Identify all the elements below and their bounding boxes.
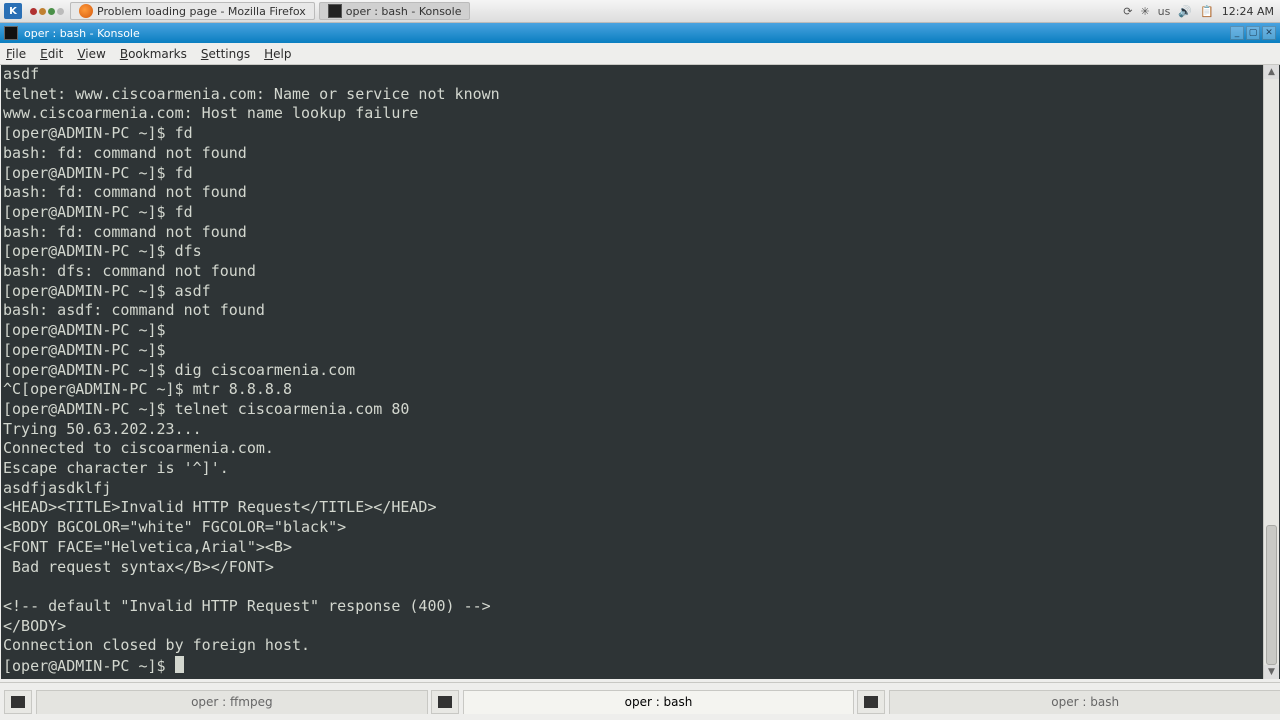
terminal-cursor — [175, 656, 184, 673]
terminal-icon — [438, 696, 452, 708]
taskbar-konsole[interactable]: oper : bash - Konsole — [319, 2, 471, 20]
firefox-icon — [79, 4, 93, 18]
taskbar-konsole-label: oper : bash - Konsole — [346, 5, 462, 18]
scroll-thumb[interactable] — [1266, 525, 1277, 665]
volume-icon[interactable]: 🔊 — [1178, 5, 1192, 18]
tab-bash-2-label: oper : bash — [1051, 695, 1119, 709]
terminal-container: asdf telnet: www.ciscoarmenia.com: Name … — [0, 65, 1280, 682]
window-app-icon[interactable] — [4, 26, 18, 40]
close-button[interactable]: ✕ — [1262, 26, 1276, 40]
terminal[interactable]: asdf telnet: www.ciscoarmenia.com: Name … — [1, 65, 1280, 679]
menu-bookmarks[interactable]: Bookmarks — [120, 47, 187, 61]
menu-file[interactable]: File — [6, 47, 26, 61]
tab-ffmpeg-label: oper : ffmpeg — [191, 695, 273, 709]
menu-help[interactable]: Help — [264, 47, 291, 61]
tray-updates-icon[interactable]: ⟳ — [1123, 5, 1132, 18]
system-tray: ⟳ ✳ us 🔊 📋 12:24 AM — [1117, 5, 1280, 18]
konsole-icon — [328, 4, 342, 18]
taskbar-firefox[interactable]: Problem loading page - Mozilla Firefox — [70, 2, 315, 20]
kmenu-button[interactable]: K — [4, 3, 22, 19]
new-tab-button[interactable] — [4, 690, 32, 714]
terminal-icon — [864, 696, 878, 708]
new-tab-icon — [11, 696, 25, 708]
clipboard-icon[interactable]: 📋 — [1200, 5, 1214, 18]
window-titlebar[interactable]: oper : bash - Konsole _ ▢ ✕ — [0, 23, 1280, 43]
scroll-down-icon[interactable]: ▼ — [1264, 665, 1279, 679]
tab-ffmpeg[interactable]: oper : ffmpeg — [36, 690, 428, 714]
tab-bash-1-label: oper : bash — [625, 695, 693, 709]
menu-view[interactable]: View — [77, 47, 105, 61]
scrollbar[interactable]: ▲ ▼ — [1263, 65, 1279, 679]
minimize-button[interactable]: _ — [1230, 26, 1244, 40]
desktop-panel: K Problem loading page - Mozilla Firefox… — [0, 0, 1280, 23]
tray-network-icon[interactable]: ✳ — [1140, 5, 1149, 18]
desktop-pager[interactable] — [30, 8, 64, 15]
pager-desktop-4[interactable] — [57, 8, 64, 15]
tab-bash-1[interactable]: oper : bash — [463, 690, 855, 714]
tab-separator-2 — [857, 690, 885, 714]
pager-desktop-2[interactable] — [39, 8, 46, 15]
tab-bash-2[interactable]: oper : bash — [889, 690, 1280, 714]
menu-edit[interactable]: Edit — [40, 47, 63, 61]
scroll-up-icon[interactable]: ▲ — [1264, 65, 1279, 79]
pager-desktop-1[interactable] — [30, 8, 37, 15]
menubar: File Edit View Bookmarks Settings Help — [0, 43, 1280, 65]
clock[interactable]: 12:24 AM — [1222, 5, 1274, 18]
menu-settings[interactable]: Settings — [201, 47, 250, 61]
maximize-button[interactable]: ▢ — [1246, 26, 1260, 40]
tab-bar: oper : ffmpeg oper : bash oper : bash — [0, 682, 1280, 720]
taskbar-firefox-label: Problem loading page - Mozilla Firefox — [97, 5, 306, 18]
keyboard-layout[interactable]: us — [1158, 5, 1171, 18]
tab-separator-1 — [431, 690, 459, 714]
pager-desktop-3[interactable] — [48, 8, 55, 15]
window-title: oper : bash - Konsole — [24, 27, 140, 40]
